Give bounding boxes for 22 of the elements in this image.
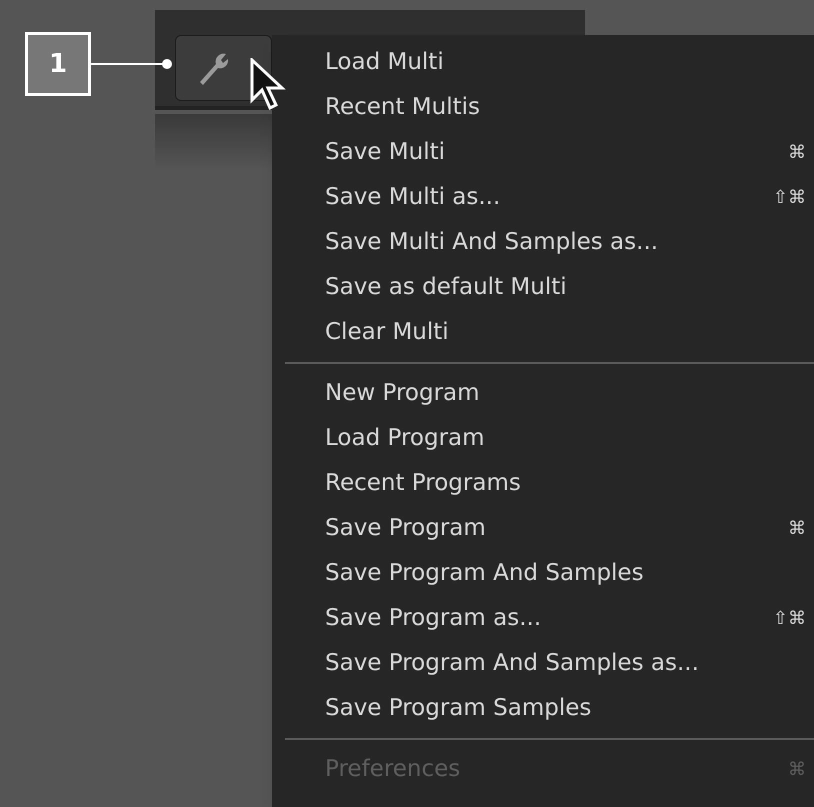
shortcut-label: ⌘ — [788, 141, 806, 165]
shortcut-label: ⌘ — [788, 517, 806, 541]
menu-item[interactable]: Save Multi ⌘ — [272, 130, 814, 175]
menu-item[interactable]: Save Program ⌘ — [272, 506, 814, 551]
menu-item[interactable]: Recent Multis — [272, 85, 814, 130]
menu-item[interactable]: Save Program And Samples as... — [272, 641, 814, 686]
shortcut-label: ⇧⌘ — [772, 607, 806, 631]
menu-item[interactable]: Save Program Samples — [272, 686, 814, 731]
menu-item[interactable]: Save Multi And Samples as... — [272, 220, 814, 265]
menu-item[interactable]: Save Program And Samples — [272, 551, 814, 596]
menu-item[interactable]: Save Multi as... ⇧⌘ — [272, 175, 814, 220]
menu-item[interactable]: New Program — [272, 371, 814, 416]
menu-item[interactable]: Save as default Multi — [272, 265, 814, 310]
menu-item[interactable]: Clear Multi — [272, 310, 814, 355]
mouse-cursor-icon — [250, 58, 288, 112]
shortcut-label: ⌘ — [788, 758, 806, 782]
menu-item[interactable]: Load Program — [272, 416, 814, 461]
shortcut-label: ⇧⌘ — [772, 186, 806, 210]
menu-item[interactable]: Load Multi — [272, 40, 814, 85]
menu-item[interactable]: Recent Programs — [272, 461, 814, 506]
menu-item[interactable]: Save Program as... ⇧⌘ — [272, 596, 814, 641]
callout-number: 1 — [25, 32, 91, 96]
